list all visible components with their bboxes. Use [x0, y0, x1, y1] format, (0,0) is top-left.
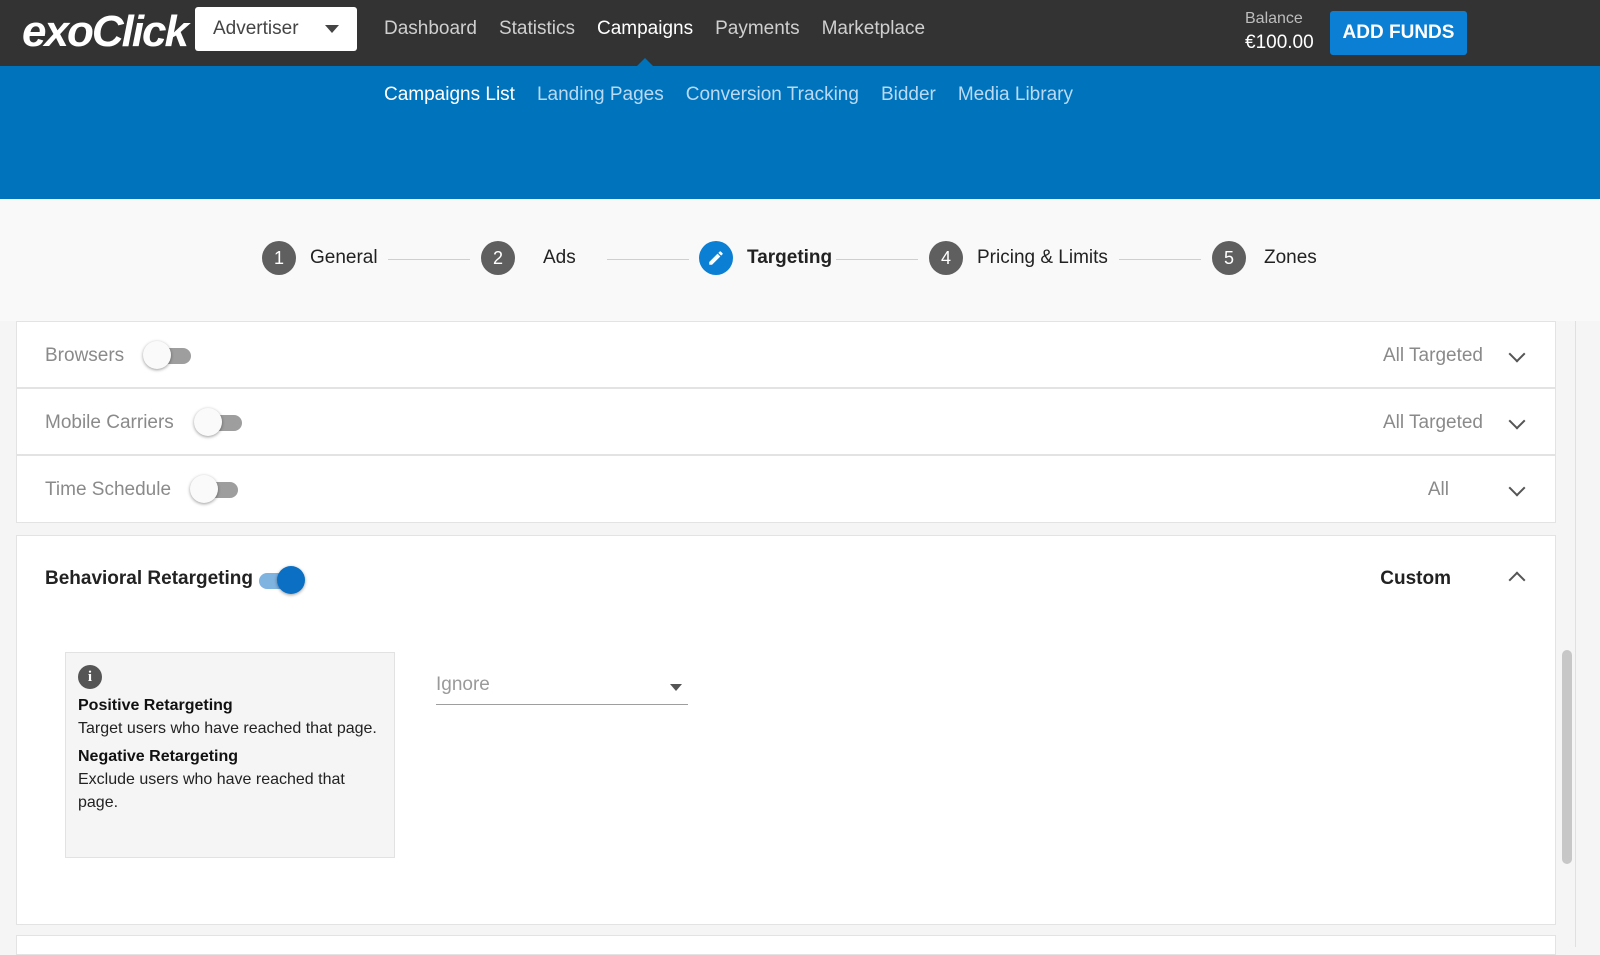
step-label: Pricing & Limits — [977, 247, 1108, 268]
subnav-bidder[interactable]: Bidder — [881, 84, 936, 106]
step-label: General — [310, 247, 378, 268]
retargeting-mode-select[interactable]: Ignore — [436, 670, 688, 705]
step-label: Targeting — [747, 247, 833, 268]
main-nav: Dashboard Statistics Campaigns Payments … — [384, 0, 947, 66]
toggle-knob — [190, 475, 218, 503]
subnav-campaigns-list[interactable]: Campaigns List — [384, 84, 515, 106]
subnav-landing-pages[interactable]: Landing Pages — [537, 84, 664, 106]
step-pricing-limits[interactable]: 4 Pricing & Limits — [929, 241, 1108, 275]
step-connector — [1119, 259, 1201, 260]
balance-value: €100.00 — [1245, 32, 1314, 53]
logo-text: exoClick — [22, 7, 189, 56]
behavioral-retargeting-value: Custom — [1380, 568, 1451, 589]
role-select-value: Advertiser — [213, 18, 299, 39]
subnav-conversion-tracking[interactable]: Conversion Tracking — [686, 84, 859, 106]
step-label: Ads — [543, 247, 576, 268]
targeting-row-time-schedule[interactable]: Time Schedule All — [16, 455, 1556, 523]
nav-campaigns[interactable]: Campaigns — [597, 0, 693, 66]
balance: Balance €100.00 — [1245, 10, 1314, 54]
positive-retargeting-title: Positive Retargeting — [78, 697, 233, 714]
step-number: 2 — [481, 241, 515, 275]
role-select[interactable]: Advertiser — [195, 7, 357, 51]
chevron-down-icon[interactable] — [1508, 345, 1526, 363]
chevron-up-icon[interactable] — [1508, 571, 1526, 589]
step-label: Zones — [1264, 247, 1317, 268]
nav-marketplace[interactable]: Marketplace — [822, 0, 926, 58]
retargeting-info-box: i Positive Retargeting Target users who … — [65, 652, 395, 858]
next-targeting-row — [16, 935, 1556, 955]
add-funds-button[interactable]: ADD FUNDS — [1330, 11, 1467, 55]
row-title: Browsers — [45, 345, 125, 366]
negative-retargeting-text: Exclude users who have reached that page… — [78, 771, 345, 811]
scrollbar-thumb[interactable] — [1562, 650, 1572, 864]
step-general[interactable]: 1 General — [262, 241, 378, 275]
browsers-toggle[interactable] — [143, 341, 191, 369]
targeting-row-browsers[interactable]: Browsers All Targeted — [16, 321, 1556, 388]
pencil-icon — [699, 241, 733, 275]
balance-label: Balance — [1245, 10, 1303, 27]
mobile-carriers-toggle[interactable] — [194, 408, 242, 436]
row-title: Time Schedule — [45, 479, 172, 500]
behavioral-retargeting-panel: Behavioral Retargeting Custom i Positive… — [16, 535, 1556, 925]
top-bar: exoClick Advertiser Dashboard Statistics… — [0, 0, 1600, 66]
info-icon: i — [78, 665, 102, 689]
step-zones[interactable]: 5 Zones — [1212, 241, 1317, 275]
targeting-row-mobile-carriers[interactable]: Mobile Carriers All Targeted — [16, 388, 1556, 455]
row-title: Mobile Carriers — [45, 412, 174, 433]
nav-statistics[interactable]: Statistics — [499, 0, 575, 58]
step-connector — [607, 259, 689, 260]
negative-retargeting-title: Negative Retargeting — [78, 748, 239, 765]
positive-retargeting-text: Target users who have reached that page. — [78, 720, 377, 737]
behavioral-retargeting-toggle[interactable] — [255, 566, 305, 594]
nav-dashboard[interactable]: Dashboard — [384, 0, 477, 58]
row-value: All — [1427, 479, 1449, 500]
subnav-media-library[interactable]: Media Library — [958, 84, 1073, 106]
step-number: 4 — [929, 241, 963, 275]
step-connector — [836, 259, 918, 260]
time-schedule-toggle[interactable] — [190, 475, 238, 503]
exoclick-logo[interactable]: exoClick — [22, 7, 189, 56]
nav-payments[interactable]: Payments — [715, 0, 799, 58]
caret-down-icon — [670, 684, 682, 691]
row-value: All Targeted — [1383, 345, 1483, 366]
step-number: 5 — [1212, 241, 1246, 275]
row-value: All Targeted — [1383, 412, 1483, 433]
chevron-down-icon[interactable] — [1508, 412, 1526, 430]
step-targeting[interactable]: Targeting — [699, 241, 832, 275]
step-connector — [388, 259, 470, 260]
behavioral-retargeting-title[interactable]: Behavioral Retargeting — [45, 568, 253, 590]
caret-down-icon — [325, 25, 339, 33]
step-ads[interactable]: 2 Ads — [481, 241, 576, 275]
step-number: 1 — [262, 241, 296, 275]
retargeting-mode-value: Ignore — [436, 674, 490, 695]
campaign-stepper: 1 General 2 Ads Targeting 4 Pricing & Li… — [0, 199, 1600, 321]
page-divider — [1575, 321, 1576, 947]
sub-header: Campaigns List Landing Pages Conversion … — [0, 66, 1600, 199]
toggle-knob — [277, 566, 305, 594]
toggle-knob — [143, 341, 171, 369]
sub-nav: Campaigns List Landing Pages Conversion … — [384, 84, 1095, 106]
toggle-knob — [194, 408, 222, 436]
chevron-down-icon[interactable] — [1508, 479, 1526, 497]
